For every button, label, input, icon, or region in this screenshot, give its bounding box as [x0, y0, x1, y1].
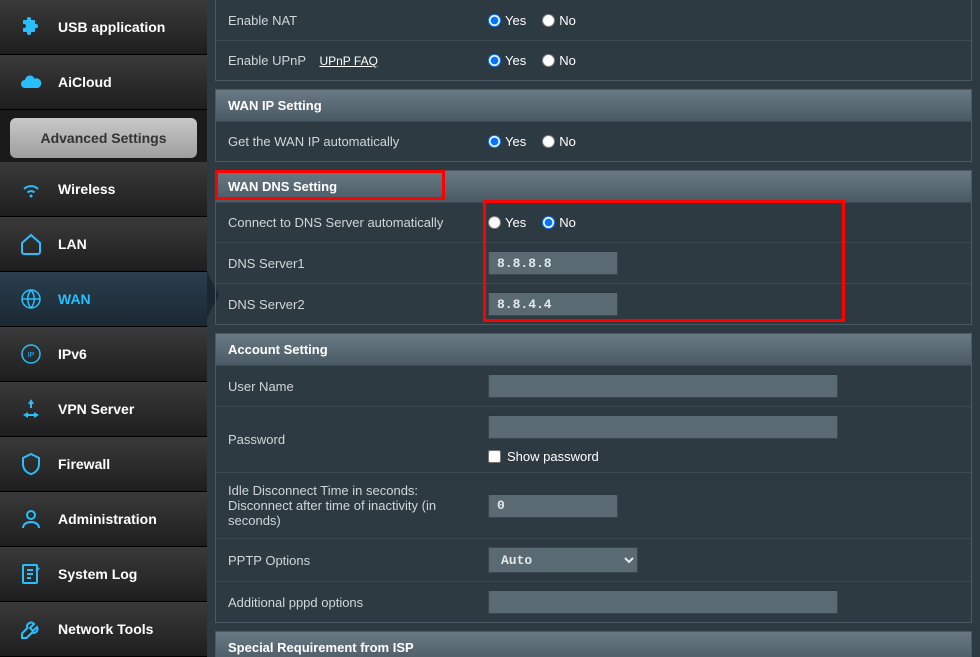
home-icon — [18, 231, 44, 257]
user-icon — [18, 506, 44, 532]
value-wan-auto: Yes No — [476, 126, 971, 157]
panel-isp: Special Requirement from ISP VPN Server — [215, 631, 972, 657]
sidebar-item-label: LAN — [58, 236, 87, 252]
label-username: User Name — [216, 369, 476, 404]
sidebar-item-administration[interactable]: Administration — [0, 492, 207, 547]
header-wan-ip: WAN IP Setting — [216, 90, 971, 121]
radio-wanip-yes[interactable]: Yes — [488, 134, 526, 149]
sidebar-item-label: System Log — [58, 566, 137, 582]
cloud-icon — [18, 69, 44, 95]
sidebar: USB application AiCloud Advanced Setting… — [0, 0, 207, 657]
panel-wan-dns: WAN DNS Setting Connect to DNS Server au… — [215, 170, 972, 325]
label-idle: Idle Disconnect Time in seconds: Disconn… — [216, 473, 476, 538]
sidebar-item-label: USB application — [58, 19, 165, 35]
value-idle — [476, 486, 971, 526]
wifi-icon — [18, 176, 44, 202]
label-enable-nat: Enable NAT — [216, 3, 476, 38]
row-username: User Name — [216, 365, 971, 406]
panel-basic: Enable NAT Yes No Enable UPnP UPnP FAQ Y… — [215, 0, 972, 81]
value-pptp: Auto — [476, 539, 971, 581]
label-password: Password — [216, 422, 476, 457]
sidebar-item-network-tools[interactable]: Network Tools — [0, 602, 207, 657]
main-content: Enable NAT Yes No Enable UPnP UPnP FAQ Y… — [207, 0, 980, 657]
sidebar-item-label: Administration — [58, 511, 157, 527]
label-dns1: DNS Server1 — [216, 246, 476, 281]
input-pppd[interactable] — [488, 590, 838, 614]
radio-wanip-no[interactable]: No — [542, 134, 576, 149]
panel-wan-ip: WAN IP Setting Get the WAN IP automatica… — [215, 89, 972, 162]
header-wan-dns: WAN DNS Setting — [216, 171, 971, 202]
radio-upnp-yes[interactable]: Yes — [488, 53, 526, 68]
row-dns-auto: Connect to DNS Server automatically Yes … — [216, 202, 971, 242]
shield-icon — [18, 451, 44, 477]
sidebar-item-label: Firewall — [58, 456, 110, 472]
select-pptp[interactable]: Auto — [488, 547, 638, 573]
value-pppd — [476, 582, 971, 622]
puzzle-icon — [18, 14, 44, 40]
label-dns-auto: Connect to DNS Server automatically — [216, 205, 476, 240]
value-dns2 — [476, 284, 971, 324]
value-username — [476, 366, 971, 406]
input-idle[interactable] — [488, 494, 618, 518]
row-pppd: Additional pppd options — [216, 581, 971, 622]
input-username[interactable] — [488, 374, 838, 398]
panel-account: Account Setting User Name Password Show … — [215, 333, 972, 623]
radio-dns-no[interactable]: No — [542, 215, 576, 230]
sidebar-item-aicloud[interactable]: AiCloud — [0, 55, 207, 110]
row-pptp: PPTP Options Auto — [216, 538, 971, 581]
label-enable-upnp: Enable UPnP UPnP FAQ — [216, 43, 476, 78]
vpn-icon — [18, 396, 44, 422]
row-password: Password Show password — [216, 406, 971, 472]
row-idle: Idle Disconnect Time in seconds: Disconn… — [216, 472, 971, 538]
checkbox-show-password-label[interactable]: Show password — [488, 449, 838, 464]
svg-text:IP: IP — [28, 352, 35, 359]
value-password: Show password — [476, 407, 971, 472]
input-dns1[interactable] — [488, 251, 618, 275]
label-wan-auto: Get the WAN IP automatically — [216, 124, 476, 159]
input-dns2[interactable] — [488, 292, 618, 316]
sidebar-item-label: VPN Server — [58, 401, 134, 417]
sidebar-item-label: Network Tools — [58, 621, 153, 637]
sidebar-section-advanced: Advanced Settings — [10, 118, 197, 158]
ipv6-icon: IP — [18, 341, 44, 367]
label-dns2: DNS Server2 — [216, 287, 476, 322]
globe-icon — [18, 286, 44, 312]
sidebar-item-firewall[interactable]: Firewall — [0, 437, 207, 492]
sidebar-item-vpn-server[interactable]: VPN Server — [0, 382, 207, 437]
radio-nat-yes[interactable]: Yes — [488, 13, 526, 28]
row-wan-auto: Get the WAN IP automatically Yes No — [216, 121, 971, 161]
value-enable-nat: Yes No — [476, 5, 971, 36]
sidebar-item-label: WAN — [58, 291, 91, 307]
checkbox-show-password[interactable] — [488, 450, 501, 463]
sidebar-item-usb-application[interactable]: USB application — [0, 0, 207, 55]
radio-dns-yes[interactable]: Yes — [488, 215, 526, 230]
value-dns-auto: Yes No — [476, 207, 971, 238]
sidebar-item-wan[interactable]: WAN — [0, 272, 207, 327]
sidebar-item-system-log[interactable]: System Log — [0, 547, 207, 602]
input-password[interactable] — [488, 415, 838, 439]
sidebar-item-wireless[interactable]: Wireless — [0, 162, 207, 217]
wrench-icon — [18, 616, 44, 642]
sidebar-item-label: AiCloud — [58, 74, 112, 90]
sidebar-item-label: Wireless — [58, 181, 115, 197]
radio-upnp-no[interactable]: No — [542, 53, 576, 68]
sidebar-item-ipv6[interactable]: IP IPv6 — [0, 327, 207, 382]
label-pppd: Additional pppd options — [216, 585, 476, 620]
log-icon — [18, 561, 44, 587]
radio-nat-no[interactable]: No — [542, 13, 576, 28]
sidebar-item-lan[interactable]: LAN — [0, 217, 207, 272]
sidebar-item-label: IPv6 — [58, 346, 87, 362]
label-pptp: PPTP Options — [216, 543, 476, 578]
header-isp: Special Requirement from ISP — [216, 632, 971, 657]
header-account: Account Setting — [216, 334, 971, 365]
row-dns1: DNS Server1 — [216, 242, 971, 283]
value-dns1 — [476, 243, 971, 283]
row-enable-nat: Enable NAT Yes No — [216, 0, 971, 40]
value-enable-upnp: Yes No — [476, 45, 971, 76]
link-upnp-faq[interactable]: UPnP FAQ — [319, 54, 377, 68]
row-dns2: DNS Server2 — [216, 283, 971, 324]
row-enable-upnp: Enable UPnP UPnP FAQ Yes No — [216, 40, 971, 80]
